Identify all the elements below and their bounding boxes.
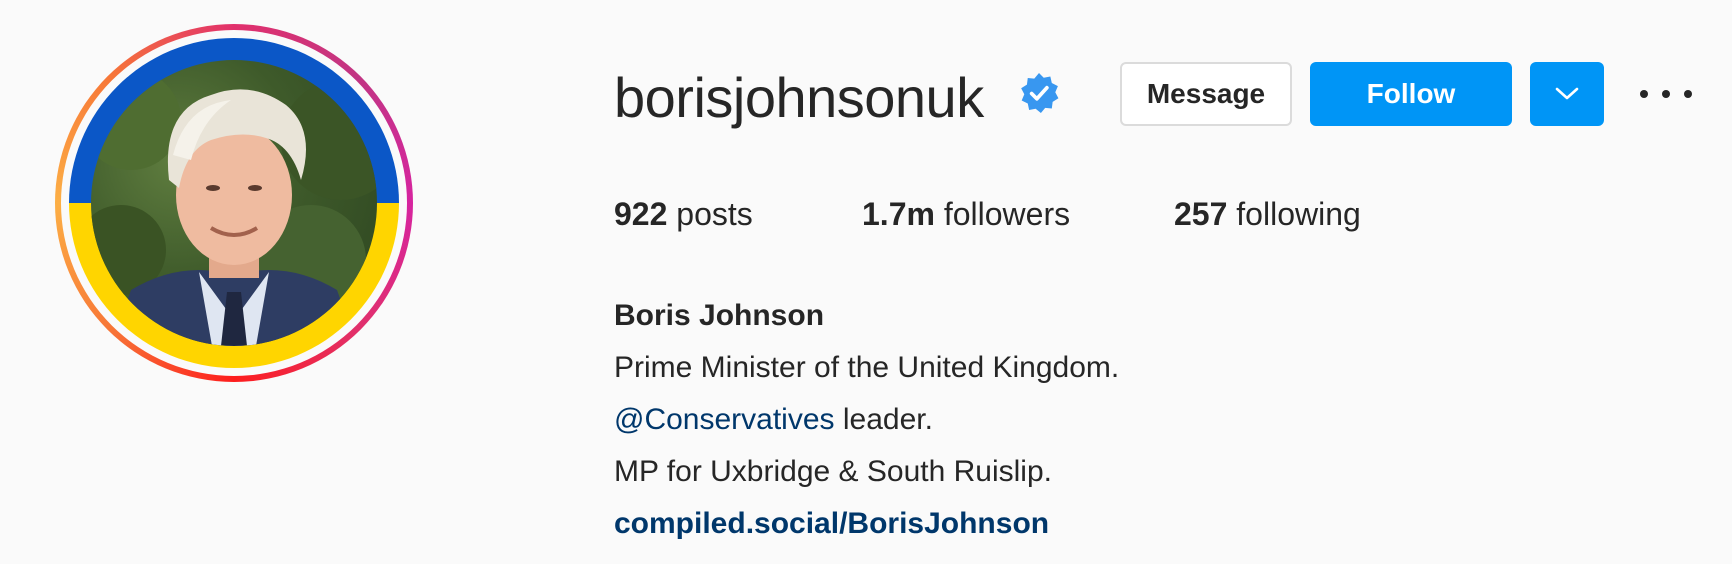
profile-username: borisjohnsonuk (614, 66, 984, 129)
bio-full-name: Boris Johnson (614, 299, 825, 332)
followers-label: followers (943, 196, 1071, 232)
followers-count: 1.7m (862, 196, 935, 232)
profile-header: borisjohnsonuk Message Follow 922 posts … (0, 0, 1732, 564)
dot (1662, 90, 1670, 98)
bio-website-link[interactable]: compiled.social/BorisJohnson (614, 498, 1119, 550)
suggested-accounts-dropdown-button[interactable] (1530, 62, 1604, 126)
bio-line-party-rest: leader. (834, 403, 933, 436)
bio-line-title: Prime Minister of the United Kingdom. (614, 351, 1120, 384)
posts-count: 922 (614, 196, 668, 232)
followers-stat[interactable]: 1.7m followers (862, 192, 1070, 236)
verified-badge-icon (1021, 73, 1059, 113)
bio-line-constituency: MP for Uxbridge & South Ruislip. (614, 455, 1052, 488)
follow-button[interactable]: Follow (1310, 62, 1512, 126)
profile-photo (91, 60, 377, 346)
more-options-icon[interactable] (1640, 76, 1692, 112)
profile-bio: Boris Johnson Prime Minister of the Unit… (614, 290, 1119, 550)
dot (1684, 90, 1692, 98)
posts-stat[interactable]: 922 posts (614, 192, 753, 236)
chevron-down-icon (1555, 87, 1579, 100)
conservatives-mention-link[interactable]: @Conservatives (614, 403, 835, 436)
profile-photo-illustration (91, 70, 377, 346)
dot (1640, 90, 1648, 98)
bio-line-party: @Conservatives leader. (614, 394, 1119, 446)
following-count: 257 (1174, 196, 1228, 232)
posts-label: posts (676, 196, 753, 232)
message-button[interactable]: Message (1120, 62, 1292, 126)
following-label: following (1236, 196, 1361, 232)
profile-avatar[interactable] (55, 24, 413, 382)
following-stat[interactable]: 257 following (1174, 192, 1361, 236)
